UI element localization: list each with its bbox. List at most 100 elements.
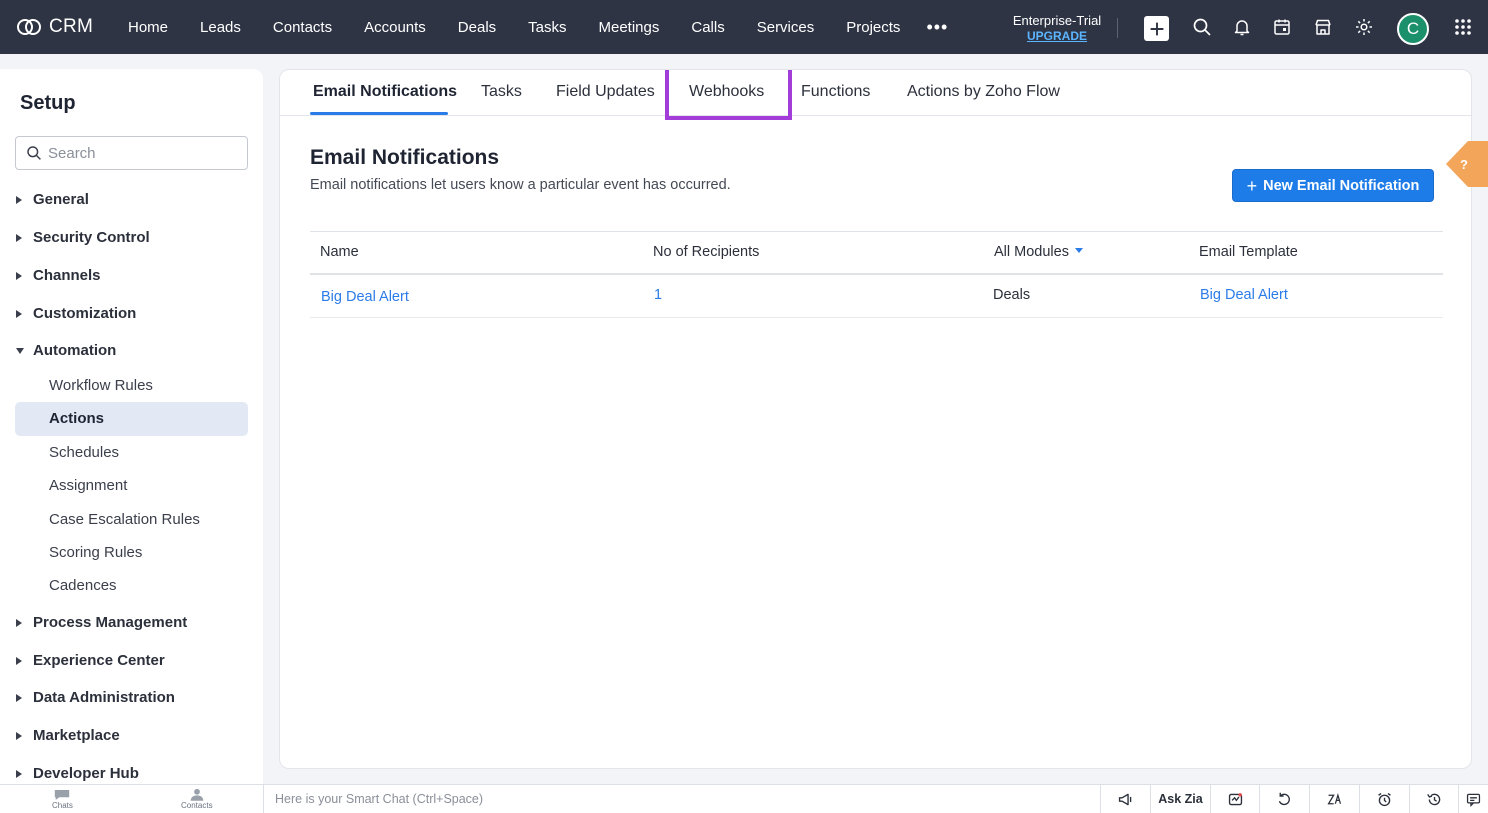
recent-items-button[interactable] xyxy=(1259,785,1309,813)
section-label: Experience Center xyxy=(33,652,165,669)
sidebar-item-schedules[interactable]: Schedules xyxy=(49,444,119,461)
setup-search-box[interactable] xyxy=(15,136,248,170)
section-label: Channels xyxy=(33,267,101,284)
announcements-button[interactable] xyxy=(1100,785,1150,813)
chats-label: Chats xyxy=(52,801,73,810)
sidebar-item-cadences[interactable]: Cadences xyxy=(49,577,117,594)
sidebar-section-automation[interactable]: Automation xyxy=(16,342,116,359)
tab-tasks[interactable]: Tasks xyxy=(481,83,522,101)
calendar-button[interactable] xyxy=(1269,14,1295,40)
email-template-link[interactable]: Big Deal Alert xyxy=(1200,287,1288,303)
sidebar-section-data-administration[interactable]: Data Administration xyxy=(16,689,175,706)
topbar-divider xyxy=(1117,18,1118,38)
nav-home[interactable]: Home xyxy=(112,19,184,36)
smart-chat-input[interactable]: Here is your Smart Chat (Ctrl+Space) xyxy=(263,785,1099,813)
sidebar-item-actions[interactable]: Actions xyxy=(49,410,104,427)
history-button[interactable] xyxy=(1409,785,1458,813)
nav-contacts[interactable]: Contacts xyxy=(257,19,348,36)
chats-button[interactable]: Chats xyxy=(52,788,73,810)
settings-button[interactable] xyxy=(1351,14,1377,40)
edition-label: Enterprise-Trial xyxy=(1012,13,1102,28)
sidebar-section-process-management[interactable]: Process Management xyxy=(16,614,187,631)
tab-field-updates[interactable]: Field Updates xyxy=(556,83,655,101)
section-label: Marketplace xyxy=(33,727,120,744)
nav-calls[interactable]: Calls xyxy=(675,19,740,36)
nav-accounts[interactable]: Accounts xyxy=(348,19,442,36)
module-filter-dropdown[interactable]: All Modules xyxy=(994,244,1083,260)
gear-icon xyxy=(1356,19,1372,35)
edition-info: Enterprise-Trial UPGRADE xyxy=(1004,13,1110,43)
tab-email-notifications[interactable]: Email Notifications xyxy=(313,83,457,101)
feedback-button[interactable] xyxy=(1458,785,1488,813)
sidebar-section-general[interactable]: General xyxy=(16,191,89,208)
setup-sidebar: Setup General Security Control Channels … xyxy=(0,69,263,785)
nav-services[interactable]: Services xyxy=(741,19,831,36)
sidebar-section-marketplace[interactable]: Marketplace xyxy=(16,727,120,744)
caret-right-icon xyxy=(16,271,22,280)
bell-icon xyxy=(1234,20,1250,36)
notifications-button[interactable] xyxy=(1229,14,1255,40)
contacts-button[interactable]: Contacts xyxy=(181,788,213,810)
zia-button[interactable] xyxy=(1309,785,1359,813)
apps-menu-button[interactable] xyxy=(1450,14,1476,40)
history-icon xyxy=(1426,793,1440,805)
section-label: Security Control xyxy=(33,229,150,246)
column-header-recipients[interactable]: No of Recipients xyxy=(653,244,759,260)
sidebar-section-experience-center[interactable]: Experience Center xyxy=(16,652,165,669)
module-value: Deals xyxy=(993,287,1031,303)
help-tab-button[interactable]: ? xyxy=(1446,141,1488,187)
column-header-name[interactable]: Name xyxy=(320,244,359,260)
notification-name-link[interactable]: Big Deal Alert xyxy=(321,289,409,305)
nav-meetings[interactable]: Meetings xyxy=(583,19,676,36)
column-header-email-template[interactable]: Email Template xyxy=(1199,244,1298,260)
grid-icon xyxy=(1455,19,1471,35)
tab-functions[interactable]: Functions xyxy=(801,83,870,101)
zia-insights-button[interactable] xyxy=(1210,785,1259,813)
page-description: Email notifications let users know a par… xyxy=(310,177,731,193)
caret-right-icon xyxy=(16,233,22,242)
sidebar-item-assignment[interactable]: Assignment xyxy=(49,477,127,494)
feedback-icon xyxy=(1466,793,1481,807)
page-title: Email Notifications xyxy=(310,146,500,169)
section-label: Automation xyxy=(33,342,117,359)
search-icon xyxy=(1193,18,1211,36)
quick-create-button[interactable] xyxy=(1144,16,1169,41)
zia-icon xyxy=(1327,792,1342,804)
crm-logo[interactable]: CRM xyxy=(16,16,96,38)
caret-right-icon xyxy=(16,693,22,702)
sidebar-item-case-escalation-rules[interactable]: Case Escalation Rules xyxy=(49,511,200,528)
sidebar-item-workflow-rules[interactable]: Workflow Rules xyxy=(49,377,153,394)
reminders-button[interactable] xyxy=(1359,785,1409,813)
sidebar-section-developer-hub[interactable]: Developer Hub xyxy=(16,765,139,782)
table-header: Name No of Recipients All Modules Email … xyxy=(310,231,1443,275)
nav-deals[interactable]: Deals xyxy=(442,19,512,36)
actions-tab-bar: Email Notifications Tasks Field Updates … xyxy=(280,70,1471,120)
upgrade-link[interactable]: UPGRADE xyxy=(1004,29,1110,43)
app-name: CRM xyxy=(49,16,94,37)
email-notifications-table: Name No of Recipients All Modules Email … xyxy=(310,231,1443,318)
nav-more-menu[interactable]: ••• xyxy=(916,17,958,38)
refresh-icon xyxy=(1278,792,1290,805)
store-icon xyxy=(1315,19,1331,35)
recipients-count-link[interactable]: 1 xyxy=(654,287,662,303)
nav-projects[interactable]: Projects xyxy=(830,19,916,36)
new-email-notification-button[interactable]: + New Email Notification xyxy=(1232,169,1434,202)
chat-bubble-icon xyxy=(55,790,70,800)
search-button[interactable] xyxy=(1189,14,1215,40)
sidebar-section-customization[interactable]: Customization xyxy=(16,305,136,322)
contacts-icon xyxy=(190,788,204,801)
setup-search-input[interactable] xyxy=(48,144,228,162)
megaphone-icon xyxy=(1118,793,1132,805)
nav-leads[interactable]: Leads xyxy=(184,19,257,36)
ask-zia-button[interactable]: Ask Zia xyxy=(1150,785,1210,813)
plus-icon xyxy=(1150,22,1163,35)
marketplace-button[interactable] xyxy=(1310,14,1336,40)
tab-actions-by-zoho-flow[interactable]: Actions by Zoho Flow xyxy=(907,83,1060,101)
button-label: New Email Notification xyxy=(1263,177,1420,194)
user-avatar[interactable]: C xyxy=(1397,13,1429,45)
sidebar-item-scoring-rules[interactable]: Scoring Rules xyxy=(49,544,142,561)
nav-tasks[interactable]: Tasks xyxy=(512,19,582,36)
sidebar-section-security-control[interactable]: Security Control xyxy=(16,229,150,246)
help-question-mark: ? xyxy=(1460,157,1468,172)
sidebar-section-channels[interactable]: Channels xyxy=(16,267,101,284)
